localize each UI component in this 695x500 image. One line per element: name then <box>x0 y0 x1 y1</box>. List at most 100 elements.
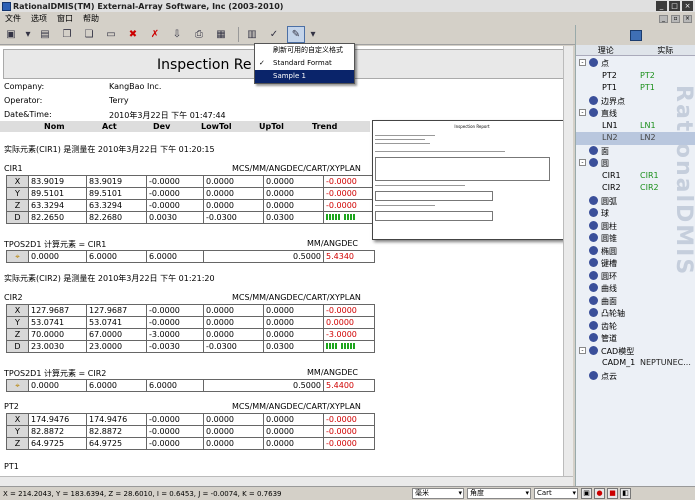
report-vertical-scrollbar[interactable] <box>563 46 573 476</box>
report-setup-icon[interactable]: ▤ <box>36 26 54 43</box>
tree-item-label: 曲面 <box>601 296 617 306</box>
feature-type-icon <box>589 258 598 267</box>
collapse-icon[interactable]: - <box>579 109 586 116</box>
mdi-close-button[interactable]: × <box>683 14 692 23</box>
tree-item[interactable]: CIR2 CIR2 <box>576 182 695 195</box>
panel-header <box>576 25 695 45</box>
view-icon[interactable]: ▣ <box>2 26 20 43</box>
feature-name: PT1 <box>4 462 19 471</box>
report-title: Inspection Re <box>157 57 252 73</box>
page-icon[interactable]: ▭ <box>102 26 120 43</box>
probe-icon[interactable]: ● <box>594 488 605 499</box>
tree-item[interactable]: 圆柱 <box>576 220 695 233</box>
tree-item[interactable]: PT2 PT2 <box>576 70 695 83</box>
settings-icon[interactable]: ◧ <box>620 488 631 499</box>
grid-icon[interactable]: ▥ <box>243 26 261 43</box>
alert-icon[interactable]: ■ <box>607 488 618 499</box>
angle-select[interactable]: 角度 <box>467 488 531 499</box>
menu-item-standard-format[interactable]: ✓ Standard Format <box>255 57 354 70</box>
tree-item[interactable]: 管道 <box>576 332 695 345</box>
collapse-icon[interactable]: - <box>579 346 586 354</box>
collapse-icon[interactable]: - <box>579 59 586 66</box>
section-heading: 实际元素(CIR1) 是测量在 2010年3月22日 下午 01:20:15 <box>4 145 215 154</box>
tree-item[interactable]: - CAD模型 <box>576 345 695 358</box>
mdi-minimize-button[interactable]: _ <box>659 14 668 23</box>
delete-all-icon[interactable]: ✗ <box>146 26 164 43</box>
delete-icon[interactable]: ✖ <box>124 26 142 43</box>
tree-item[interactable]: PT1 PT1 <box>576 82 695 95</box>
tree-item[interactable]: 面 <box>576 145 695 158</box>
chevron-down-icon[interactable]: ▾ <box>309 26 317 43</box>
tree-item-label: 圆环 <box>601 271 617 281</box>
tree-item[interactable]: 齿轮 <box>576 320 695 333</box>
window-title: RationalDMIS(TM) External-Array Software… <box>13 1 284 11</box>
print-preview-icon[interactable]: ▦ <box>212 26 230 43</box>
tree-item[interactable]: 键槽 <box>576 257 695 270</box>
unit-select[interactable]: 毫米 <box>412 488 464 499</box>
tree-item[interactable]: LN2 LN2 <box>576 132 695 145</box>
table-row: Y 82.8872 82.8872 -0.0000 0.0000 0.0000 … <box>6 425 375 438</box>
menu-help[interactable]: 帮助 <box>78 13 104 24</box>
panel-tabs: 理论 实际 <box>576 45 695 56</box>
tree-item[interactable]: 圆弧 <box>576 195 695 208</box>
maximize-button[interactable]: □ <box>669 1 680 11</box>
company-value: KangBao Inc. <box>109 82 162 91</box>
menu-options[interactable]: 选项 <box>26 13 52 24</box>
datetime-row: Date&Time: 2010年3月22日 下午 01:47:44 <box>4 110 226 120</box>
preview-line <box>375 205 435 206</box>
trend-bar <box>323 340 375 353</box>
tree-item-label: 圆弧 <box>601 196 617 206</box>
tree-item-label: 边界点 <box>601 96 625 106</box>
report-view: Inspection Re Company: KangBao Inc. Oper… <box>0 46 573 486</box>
report-horizontal-scrollbar[interactable] <box>0 476 573 486</box>
tree-item[interactable]: 曲线 <box>576 282 695 295</box>
multi-page-icon[interactable]: ❏ <box>80 26 98 43</box>
tree-item[interactable]: 圆锥 <box>576 232 695 245</box>
check-icon[interactable]: ✓ <box>265 26 283 43</box>
tree-item[interactable]: CADM_1 NEPTUNEC... <box>576 357 695 370</box>
export-icon[interactable]: ⇩ <box>168 26 186 43</box>
title-bar: RationalDMIS(TM) External-Array Software… <box>0 0 695 12</box>
tree-item[interactable]: 凸轮轴 <box>576 307 695 320</box>
tree-item[interactable]: 边界点 <box>576 95 695 108</box>
print-icon[interactable]: ⎙ <box>190 26 208 43</box>
tree-item[interactable]: 曲面 <box>576 295 695 308</box>
tree-item-label: PT1 <box>602 83 617 92</box>
tree-item[interactable]: CIR1 CIR1 <box>576 170 695 183</box>
tab-actual[interactable]: 实际 <box>636 45 695 55</box>
machine-icon[interactable]: ▣ <box>581 488 592 499</box>
chevron-down-icon[interactable]: ▾ <box>24 26 32 43</box>
tree-item[interactable]: 点云 <box>576 370 695 383</box>
tab-nominal[interactable]: 理论 <box>576 45 636 55</box>
minimize-button[interactable]: _ <box>656 1 667 11</box>
table-row: X 127.9687 127.9687 -0.0000 0.0000 0.000… <box>6 304 375 317</box>
mdi-restore-button[interactable]: ▫ <box>671 14 680 23</box>
tree-item-actual: LN2 <box>640 133 656 142</box>
tree-item-label: 圆柱 <box>601 221 617 231</box>
tree-item[interactable]: - 直线 <box>576 107 695 120</box>
tree-item-label: 面 <box>601 146 609 156</box>
tree-item[interactable]: -圆 <box>576 157 695 170</box>
close-button[interactable]: × <box>682 1 693 11</box>
app-icon <box>2 1 11 11</box>
collapse-icon[interactable]: - <box>579 159 586 166</box>
tree-item[interactable]: -点 <box>576 57 695 70</box>
tpos-format: MM/ANGDEC <box>307 239 358 248</box>
col-trend: Trend <box>312 122 338 131</box>
menu-item-sample-1[interactable]: Sample 1 <box>255 70 354 83</box>
cube-icon[interactable] <box>629 29 642 41</box>
tpos-table: ⌖ 0.0000 6.0000 6.0000 0.5000 5.4340 <box>6 250 375 263</box>
menu-item-refresh-formats[interactable]: 刷新可用的自定义格式 <box>255 44 354 57</box>
tree-item-label: 圆锥 <box>601 234 617 243</box>
tree-item[interactable]: 球 <box>576 207 695 220</box>
feature-tree-panel: 理论 实际 RationalDMIS - 点 PT2 PT2 PT1 PT1 边界点 - 直线 L… <box>575 25 695 486</box>
coord-system-select[interactable]: Cart <box>534 488 578 499</box>
feature-type-icon <box>589 308 598 317</box>
menu-window[interactable]: 窗口 <box>52 13 78 24</box>
custom-format-icon[interactable]: ✎ <box>287 26 305 43</box>
tree-item[interactable]: LN1 LN1 <box>576 120 695 133</box>
menu-file[interactable]: 文件 <box>0 13 26 24</box>
copy-icon[interactable]: ❐ <box>58 26 76 43</box>
tree-item[interactable]: 椭圆 <box>576 245 695 258</box>
tree-item[interactable]: 圆环 <box>576 270 695 283</box>
